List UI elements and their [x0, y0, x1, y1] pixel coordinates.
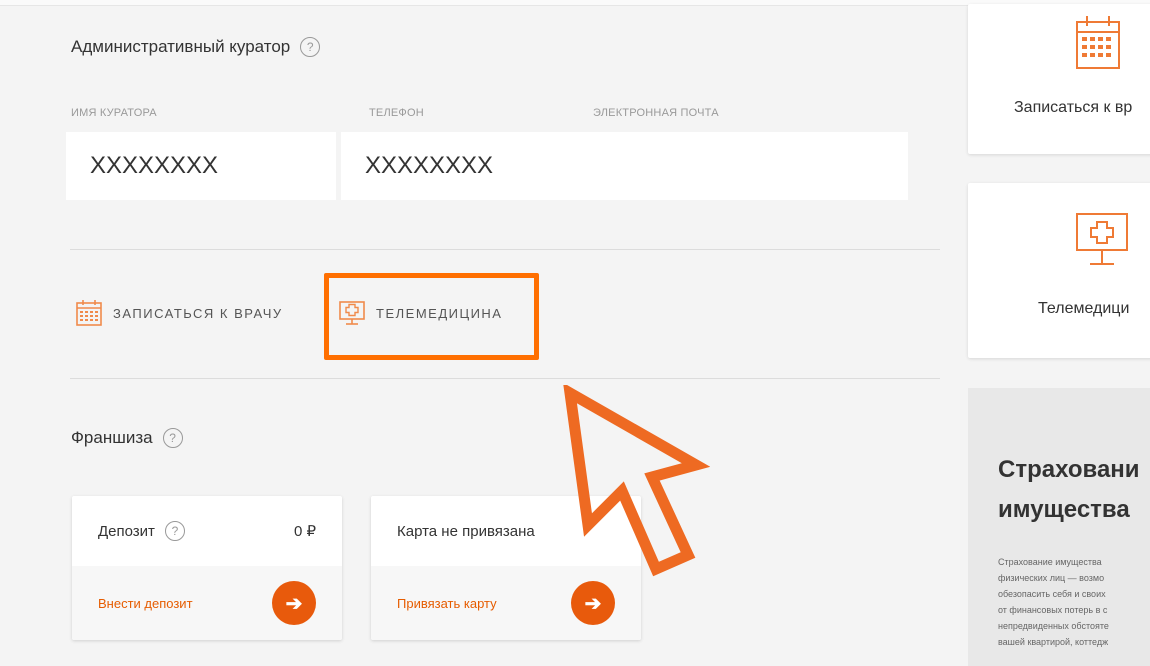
sidebar-telemedicine-card[interactable]: Телемедици — [968, 183, 1150, 358]
link-card-action[interactable]: Привязать карту — [397, 596, 497, 611]
deposit-card-footer[interactable]: Внести депозит ➔ — [72, 566, 342, 640]
appointment-label: ЗАПИСАТЬСЯ К ВРАЧУ — [113, 305, 283, 321]
help-icon[interactable]: ? — [162, 428, 183, 448]
curator-phone-label: ТЕЛЕФОН — [369, 107, 424, 119]
help-icon[interactable]: ? — [300, 37, 321, 57]
franchise-title-text: Франшиза — [71, 428, 153, 447]
deposit-card: Депозит ? 0 ₽ Внести депозит ➔ — [72, 496, 342, 640]
franchise-section-title: Франшиза ? — [71, 428, 183, 448]
promo-text-line: от финансовых потерь в с — [998, 605, 1108, 615]
main-content: Административный куратор ? ИМЯ КУРАТОРА … — [0, 0, 955, 666]
sidebar-appointment-label: Записаться к вр — [1014, 99, 1133, 116]
card-status-text: Карта не привязана — [397, 522, 535, 540]
calendar-icon — [1076, 16, 1120, 69]
deposit-title: Депозит ? — [98, 521, 185, 541]
deposit-action-link[interactable]: Внести депозит — [98, 596, 193, 611]
arrow-right-icon[interactable]: ➔ — [571, 581, 615, 625]
promo-title: Страховани имущества — [998, 450, 1140, 530]
deposit-amount: 0 ₽ — [293, 523, 316, 540]
promo-title-line: имущества — [998, 496, 1130, 523]
promo-text-line: непредвиденных обстояте — [998, 621, 1109, 631]
sidebar-telemedicine-label: Телемедици — [1038, 300, 1130, 317]
deposit-card-header: Депозит ? 0 ₽ — [72, 496, 342, 566]
curator-title-text: Административный куратор — [71, 37, 291, 56]
promo-text-line: физических лиц — возмо — [998, 573, 1105, 583]
curator-name-field: XXXXXXXX — [66, 132, 336, 200]
telemedicine-highlight-frame — [324, 273, 539, 360]
promo-text-line: обезопасить себя и своих — [998, 589, 1106, 599]
arrow-right-icon[interactable]: ➔ — [272, 581, 316, 625]
promo-text-line: Страхование имущества — [998, 557, 1102, 567]
curator-email-label: ЭЛЕКТРОННАЯ ПОЧТА — [593, 107, 719, 119]
monitor-medical-icon — [1076, 213, 1128, 265]
promo-description: Страхование имущества физических лиц — в… — [998, 554, 1150, 650]
curator-phone-field: XXXXXXXX — [341, 132, 908, 200]
sidebar-appointment-card[interactable]: Записаться к вр — [968, 4, 1150, 154]
help-icon[interactable]: ? — [164, 521, 185, 541]
promo-text-line: вашей квартирой, коттедж — [998, 637, 1109, 647]
deposit-title-text: Депозит — [98, 522, 155, 540]
cursor-arrow-icon — [563, 385, 710, 577]
curator-section-title: Административный куратор ? — [71, 37, 321, 57]
curator-name-label: ИМЯ КУРАТОРА — [71, 107, 157, 119]
promo-title-line: Страховани — [998, 456, 1140, 483]
appointment-link[interactable]: ЗАПИСАТЬСЯ К ВРАЧУ — [75, 299, 283, 327]
calendar-icon — [76, 300, 102, 326]
divider — [70, 249, 940, 250]
property-insurance-promo[interactable]: Страховани имущества Страхование имущест… — [968, 388, 1150, 666]
divider — [70, 378, 940, 379]
